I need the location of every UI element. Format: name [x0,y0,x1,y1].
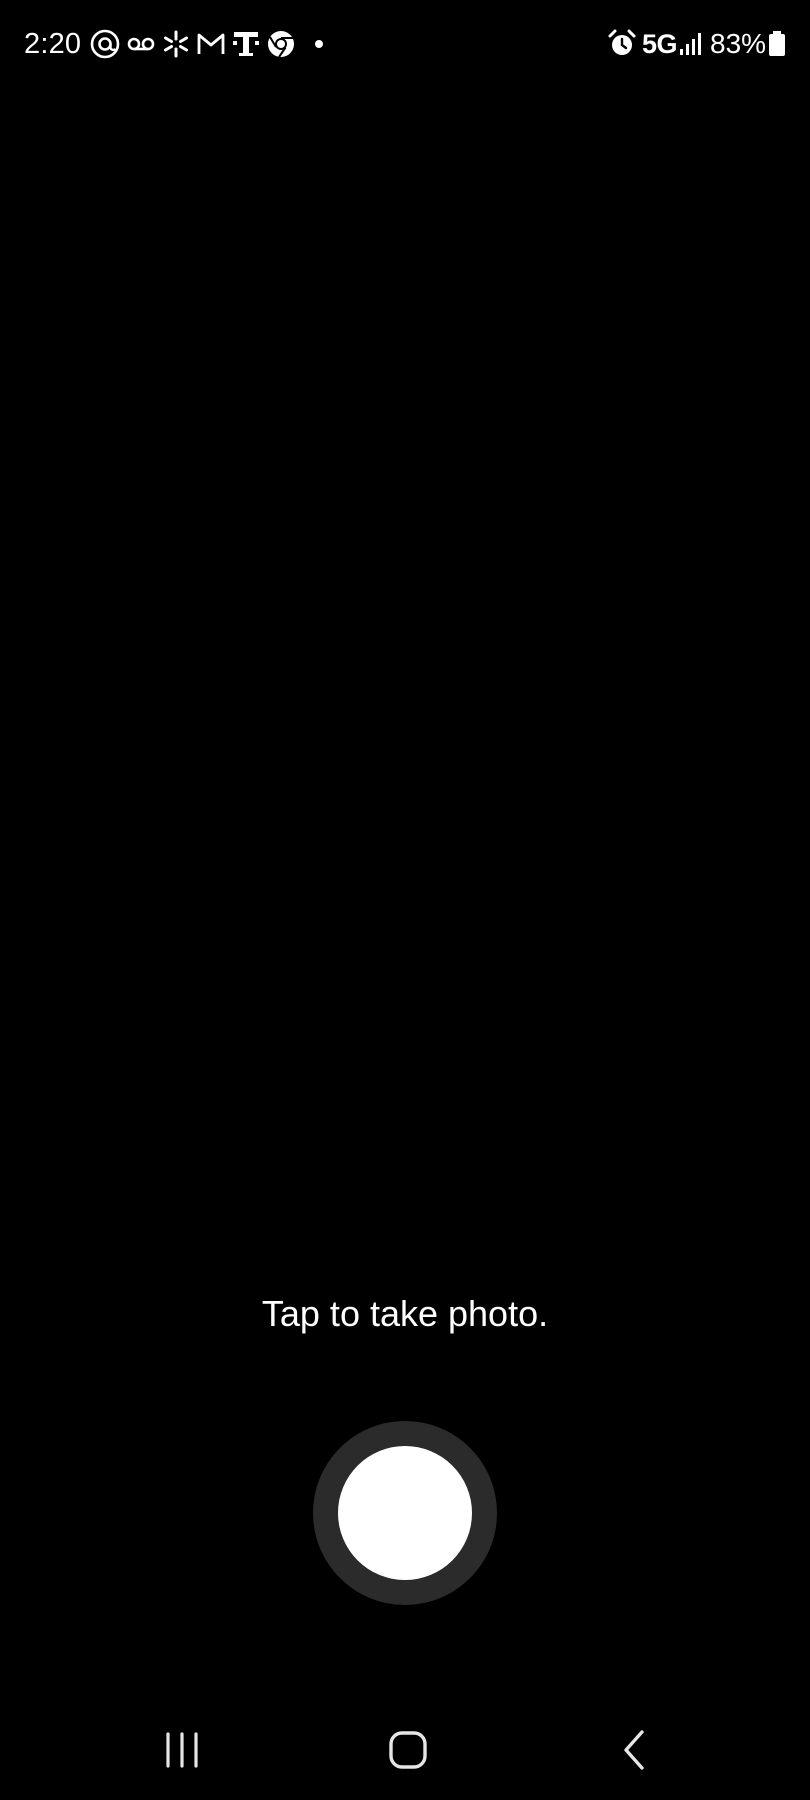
shutter-button[interactable] [313,1421,497,1605]
threads-icon [88,27,122,61]
take-photo-hint: Tap to take photo. [261,1293,549,1334]
chrome-icon [264,27,298,61]
notification-dot-icon [302,27,336,61]
shutter-button-center[interactable] [338,1446,472,1580]
gmail-icon [194,27,228,61]
walmart-spark-icon [159,27,193,61]
network-type: 5G [642,29,678,59]
voicemail-icon [124,27,158,61]
signal-icon [678,27,704,61]
battery-percent: 83% [710,28,767,59]
tmobile-icon [229,27,263,61]
back-icon[interactable] [606,1720,666,1780]
home-icon[interactable] [378,1720,438,1780]
status-time: 2:20 [24,28,82,60]
battery-icon [766,27,788,61]
recents-icon[interactable] [152,1720,212,1780]
status-bar: 2:20 5G 83% [0,0,810,90]
alarm-icon [605,27,639,61]
